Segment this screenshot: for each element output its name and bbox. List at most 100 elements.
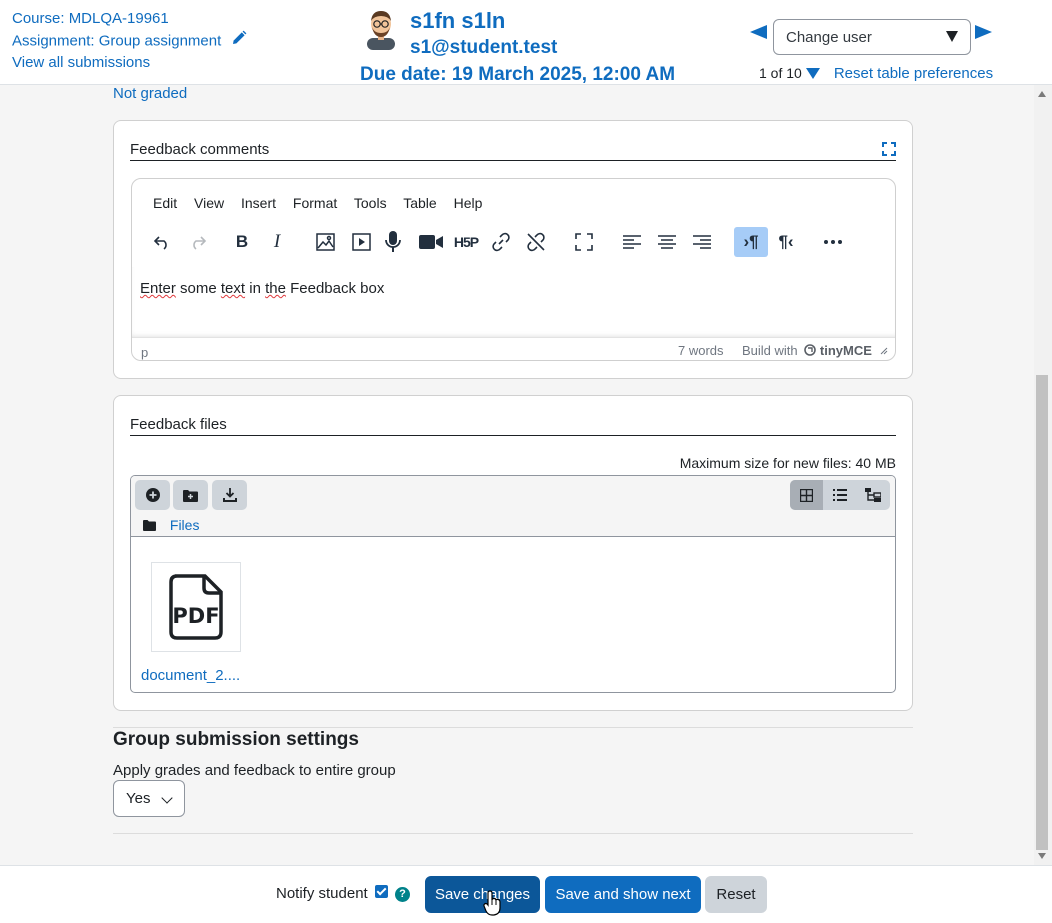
align-center-icon[interactable] [651, 227, 683, 257]
redo-icon[interactable] [182, 227, 214, 257]
apply-to-group-select[interactable]: Yes [113, 780, 185, 817]
download-all-button[interactable] [212, 480, 247, 510]
user-email: s1@student.test [410, 37, 558, 58]
align-left-icon[interactable] [616, 227, 648, 257]
feedback-comments-title: Feedback comments [130, 141, 896, 161]
avatar[interactable] [362, 8, 400, 50]
tinymce-brand: tinyMCE [819, 343, 872, 358]
editor-text-word: Feedback box [285, 280, 385, 297]
editor-text-word: some [175, 280, 221, 297]
bold-icon[interactable]: B [226, 227, 258, 257]
apply-to-group-value: Yes [126, 790, 151, 807]
help-icon[interactable]: ? [395, 887, 410, 902]
undo-icon[interactable] [146, 227, 178, 257]
expand-icon[interactable] [882, 142, 896, 156]
user-name[interactable]: s1fn s1ln [410, 8, 505, 34]
grid-icon [800, 488, 813, 502]
editor-text-word: text [220, 280, 246, 297]
editor-content-area[interactable]: Enter some text in the Feedback box [132, 267, 895, 337]
record-video-icon[interactable] [415, 227, 447, 257]
italic-icon[interactable]: I [261, 227, 293, 257]
file-picker-toolbar: Files [131, 476, 895, 537]
link-icon[interactable] [485, 227, 517, 257]
filter-icon[interactable] [805, 67, 820, 79]
notify-student-label: Notify student [276, 885, 368, 902]
view-icons-button[interactable] [790, 480, 823, 510]
editor-text-word: the [265, 280, 286, 297]
next-user-arrow-icon[interactable] [975, 25, 992, 39]
align-right-icon[interactable] [686, 227, 718, 257]
grade-status: Not graded [113, 85, 188, 102]
word-count[interactable]: 7 words [678, 343, 724, 358]
chevron-down-icon [161, 792, 173, 804]
feedback-files-card: Feedback files Maximum size for new file… [113, 395, 913, 711]
pager: 1 of 10 Reset table preferences [759, 65, 993, 82]
menu-table[interactable]: Table [403, 195, 436, 211]
max-file-size: Maximum size for new files: 40 MB [679, 455, 896, 471]
assignment-link[interactable]: Assignment: Group assignment [12, 32, 221, 49]
editor-text[interactable]: Enter some text in the Feedback box [140, 280, 384, 297]
feedback-comments-card: Feedback comments Edit View Insert Forma… [113, 120, 913, 379]
feedback-files-title: Feedback files [130, 416, 896, 436]
due-date: Due date: 19 March 2025, 12:00 AM [360, 64, 676, 85]
tinymce-logo-icon [804, 344, 817, 356]
notify-student-checkbox[interactable] [375, 885, 388, 898]
editor-toolbar: B I H5P ›¶ ¶‹ [146, 227, 886, 257]
course-link[interactable]: Course: MDLQA-19961 [12, 10, 169, 27]
view-list-button[interactable] [823, 480, 856, 510]
files-path-link[interactable]: Files [170, 517, 200, 533]
unlink-icon[interactable] [520, 227, 552, 257]
build-with-label: Build with [742, 343, 798, 358]
change-user-select[interactable]: Change user [773, 19, 971, 55]
editor-text-word: Enter [140, 280, 176, 297]
file-thumbnail[interactable]: PDF [151, 562, 241, 652]
resize-handle-icon[interactable] [880, 347, 888, 355]
menu-help[interactable]: Help [454, 195, 483, 211]
menu-view[interactable]: View [194, 195, 224, 211]
reset-button[interactable]: Reset [705, 876, 767, 913]
menu-insert[interactable]: Insert [241, 195, 276, 211]
folder-plus-icon [183, 489, 198, 502]
feedback-files-label: Feedback files [130, 416, 227, 433]
action-footer: Notify student ? Save changes Save and s… [0, 865, 1052, 923]
hand-cursor-icon [483, 890, 501, 916]
edit-pencil-icon[interactable] [231, 30, 247, 53]
previous-user-arrow-icon[interactable] [750, 25, 767, 39]
add-file-button[interactable] [135, 480, 170, 510]
media-icon[interactable] [345, 227, 377, 257]
scrollbar[interactable] [1034, 85, 1052, 865]
record-audio-icon[interactable] [377, 227, 409, 257]
tree-icon [864, 488, 881, 502]
list-icon [832, 489, 847, 501]
h5p-icon[interactable]: H5P [450, 227, 482, 257]
fullscreen-icon[interactable] [568, 227, 600, 257]
reset-table-preferences-link[interactable]: Reset table preferences [834, 65, 993, 82]
folder-icon [143, 520, 156, 531]
group-settings-heading: Group submission settings [113, 729, 359, 750]
grading-panel: Not graded Feedback comments Edit View I… [0, 85, 1034, 865]
scrollbar-thumb[interactable] [1036, 375, 1048, 850]
scroll-down-icon[interactable] [1038, 853, 1046, 859]
plus-circle-icon [145, 488, 160, 502]
file-picker: Files PDF document_2.... [130, 475, 896, 693]
element-path[interactable]: p [141, 345, 148, 360]
caret-down-icon [946, 31, 958, 42]
editor-statusbar: p 7 words Build with tinyMCE [132, 337, 895, 360]
menu-format[interactable]: Format [293, 195, 337, 211]
ltr-icon[interactable]: ›¶ [734, 227, 768, 257]
scroll-up-icon[interactable] [1038, 91, 1046, 97]
view-all-submissions-link[interactable]: View all submissions [12, 54, 150, 71]
download-icon [222, 488, 237, 502]
header-context: Course: MDLQA-19961 Assignment: Group as… [12, 8, 247, 74]
menu-edit[interactable]: Edit [153, 195, 177, 211]
file-name[interactable]: document_2.... [141, 667, 240, 684]
menu-tools[interactable]: Tools [354, 195, 387, 211]
view-tree-button[interactable] [856, 480, 889, 510]
rtl-icon[interactable]: ¶‹ [770, 227, 802, 257]
tinymce-branding[interactable]: Build with tinyMCE [742, 343, 888, 358]
more-icon[interactable] [817, 227, 849, 257]
editor-text-word: in [245, 280, 266, 297]
save-and-show-next-button[interactable]: Save and show next [545, 876, 701, 913]
image-icon[interactable] [309, 227, 341, 257]
create-folder-button[interactable] [173, 480, 208, 510]
